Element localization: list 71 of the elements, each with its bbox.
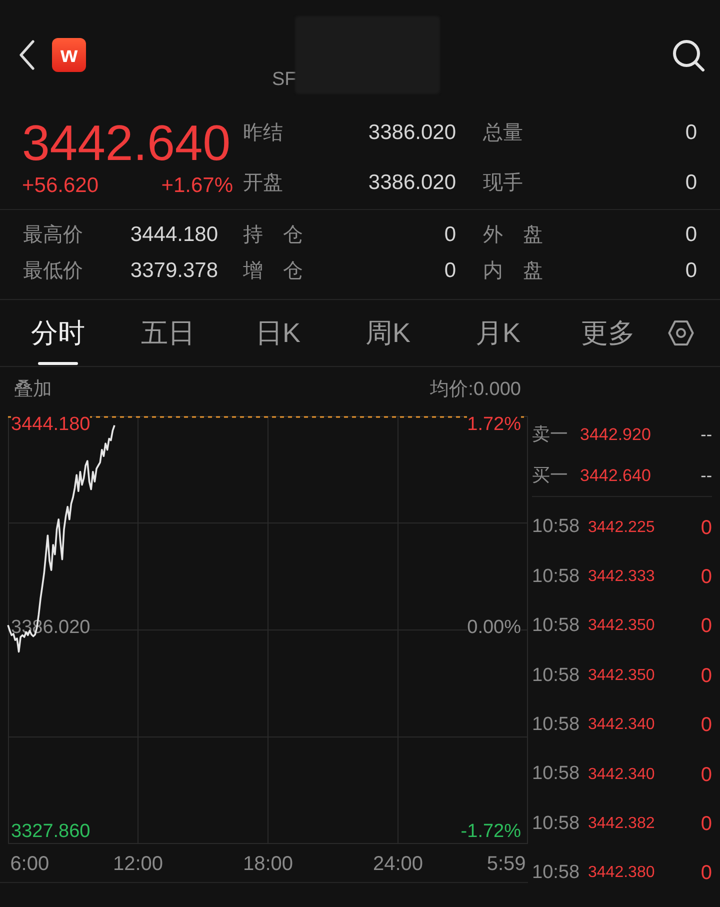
field-label: 昨结: [243, 121, 283, 146]
order-volume: --: [700, 464, 712, 487]
field-label: 现手: [483, 171, 523, 196]
chart-tab[interactable]: 分时: [3, 300, 113, 366]
trade-volume: 0: [700, 664, 712, 689]
chart-tab[interactable]: 日K: [223, 300, 333, 366]
trade-time: 10:58: [532, 861, 581, 886]
field-value: 3386.020: [368, 120, 456, 146]
trade-time: 10:58: [532, 614, 581, 638]
field-value: 0: [685, 258, 697, 284]
field-label: 最高价: [23, 223, 83, 248]
field-value: 0: [685, 170, 697, 196]
order-price: 3442.920: [580, 424, 651, 446]
field-label: 最低价: [23, 259, 83, 284]
trade-price: 3442.382: [588, 814, 655, 834]
time-axis-label: 5:59: [486, 852, 526, 876]
change-percent: +1.67%: [161, 174, 233, 198]
order-label: 买一: [532, 464, 569, 487]
chart-tab[interactable]: 五日: [113, 300, 223, 366]
field-value: 0: [685, 222, 697, 248]
chart-tab[interactable]: 月K: [443, 300, 553, 366]
trade-time: 10:58: [532, 515, 581, 540]
trade-price: 3442.225: [588, 518, 655, 538]
search-icon[interactable]: [672, 38, 705, 72]
time-axis-label: 12:00: [112, 852, 164, 876]
field-value: 3386.020: [368, 170, 456, 196]
trade-volume: 0: [700, 861, 712, 886]
app-logo: w: [52, 38, 86, 72]
chart-tab[interactable]: 周K: [333, 300, 443, 366]
trade-price: 3442.340: [588, 715, 655, 736]
overlay-label[interactable]: 叠加: [14, 376, 52, 405]
field-label: 总量: [483, 121, 523, 146]
trade-time: 10:58: [532, 713, 581, 737]
field-value: 0: [685, 120, 697, 146]
trade-volume: 0: [700, 565, 712, 590]
price-change: +56.620: [22, 174, 98, 198]
order-volume: --: [700, 424, 712, 446]
order-price: 3442.640: [580, 464, 651, 487]
field-label: 增 仓: [243, 259, 303, 284]
time-axis-label: 24:00: [372, 852, 424, 876]
back-icon[interactable]: [19, 40, 35, 70]
field-label: 开盘: [243, 171, 283, 196]
trade-volume: 0: [700, 614, 712, 640]
trade-price: 3442.333: [588, 567, 655, 588]
field-value: 0: [444, 258, 456, 284]
trade-time: 10:58: [532, 564, 581, 589]
trade-price: 3442.350: [588, 616, 655, 636]
field-value: 0: [444, 222, 456, 248]
trade-price: 3442.340: [588, 764, 655, 785]
field-value: 3444.180: [130, 222, 218, 248]
trade-volume: 0: [700, 516, 712, 541]
field-value: 3379.378: [130, 258, 218, 284]
trade-time: 10:58: [532, 664, 581, 688]
field-label: 持 仓: [243, 223, 303, 248]
average-price: 均价:0.000: [430, 378, 521, 402]
settings-icon[interactable]: [668, 320, 694, 346]
chart-tab[interactable]: 更多: [553, 300, 663, 366]
field-label: 内 盘: [483, 259, 543, 284]
trade-price: 3442.350: [588, 666, 655, 686]
header-subtitle: SF: [272, 68, 296, 92]
trade-price: 3442.380: [588, 863, 655, 884]
trade-volume: 0: [700, 713, 712, 738]
trade-volume: 0: [700, 812, 712, 838]
last-price: 3442.640: [22, 118, 231, 168]
time-axis-label: 18:00: [242, 852, 294, 876]
field-label: 外 盘: [483, 223, 543, 248]
time-axis-label: 6:00: [10, 852, 50, 876]
trade-time: 10:58: [532, 762, 581, 786]
trade-time: 10:58: [532, 812, 581, 836]
order-label: 卖一: [532, 423, 569, 446]
trade-volume: 0: [700, 762, 712, 788]
